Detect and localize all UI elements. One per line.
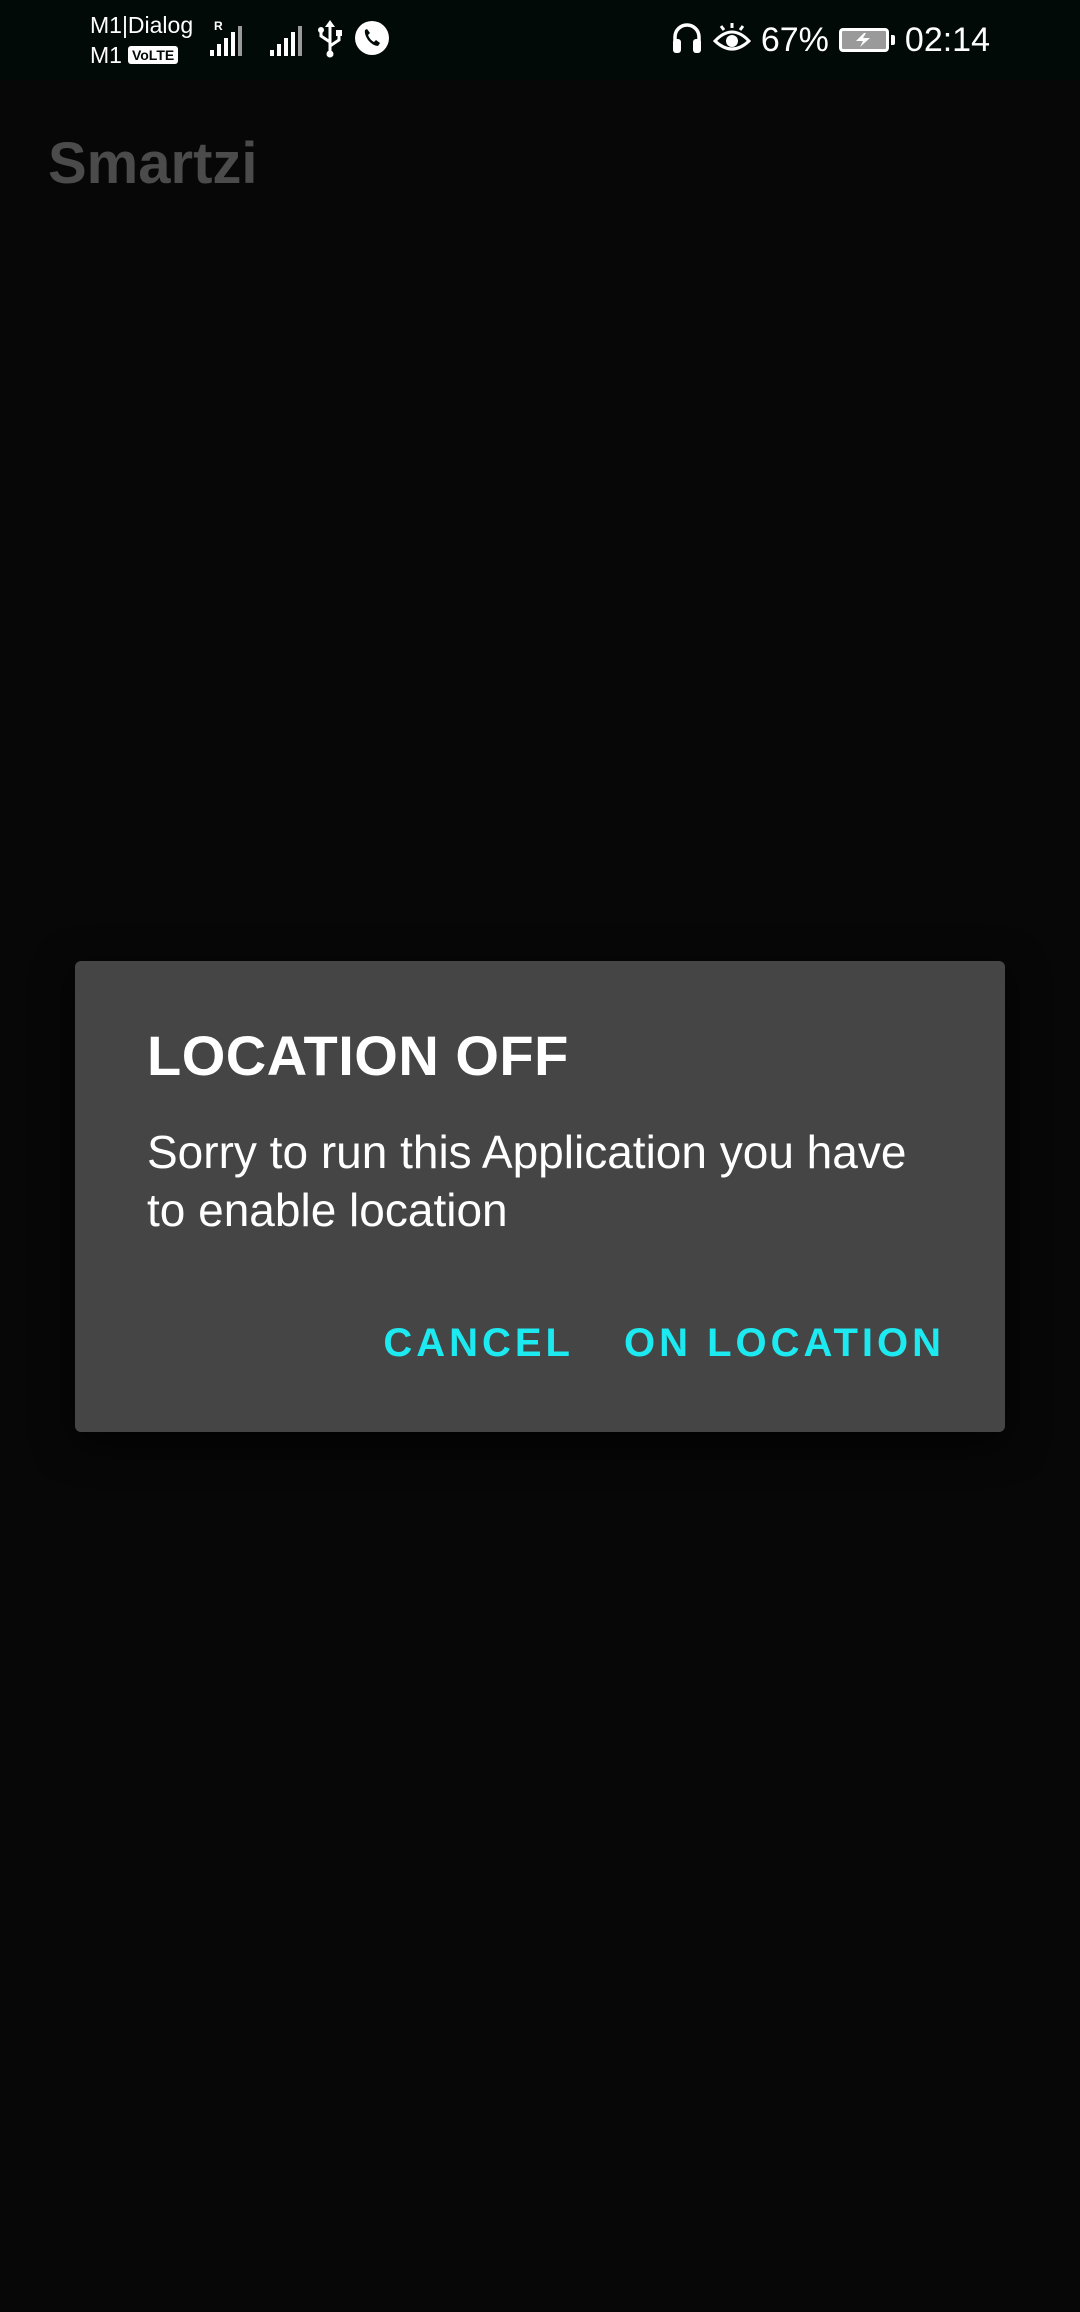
volte-badge: VoLTE: [127, 46, 179, 64]
signal-icon: [268, 18, 304, 63]
battery-body: [838, 28, 889, 52]
battery-charging-icon: [838, 28, 895, 52]
app-title: Smartzi: [48, 131, 258, 196]
battery-cap: [890, 35, 895, 45]
status-right: 67% 02:14: [671, 0, 990, 80]
usb-icon: [316, 20, 344, 63]
dialog-message: Sorry to run this Application you have t…: [147, 1126, 907, 1236]
headset-icon: [671, 21, 703, 60]
clock: 02:14: [904, 20, 990, 59]
carrier-info: M1|Dialog M1 VoLTE: [90, 10, 193, 70]
signal-icon: R: [208, 18, 244, 63]
screen: M1|Dialog M1 VoLTE R 67% 02:14 Smartzi L…: [0, 0, 1080, 2312]
dialog-actions: CANCEL ON LOCATION: [383, 1321, 945, 1366]
eye-comfort-icon: [712, 21, 751, 60]
on-location-button[interactable]: ON LOCATION: [624, 1321, 945, 1366]
whatsapp-call-icon: [354, 20, 390, 61]
roaming-indicator: R: [214, 19, 223, 33]
status-bar: M1|Dialog M1 VoLTE R 67% 02:14: [0, 0, 1080, 80]
carrier-line-2: M1: [90, 42, 122, 68]
carrier-line-2-row: M1 VoLTE: [90, 40, 193, 70]
location-off-dialog: LOCATION OFF Sorry to run this Applicati…: [75, 961, 1005, 1432]
cancel-button[interactable]: CANCEL: [383, 1321, 574, 1366]
battery-percent: 67%: [760, 20, 829, 59]
dialog-title: LOCATION OFF: [147, 1024, 569, 1087]
carrier-line-1: M1|Dialog: [90, 12, 194, 38]
